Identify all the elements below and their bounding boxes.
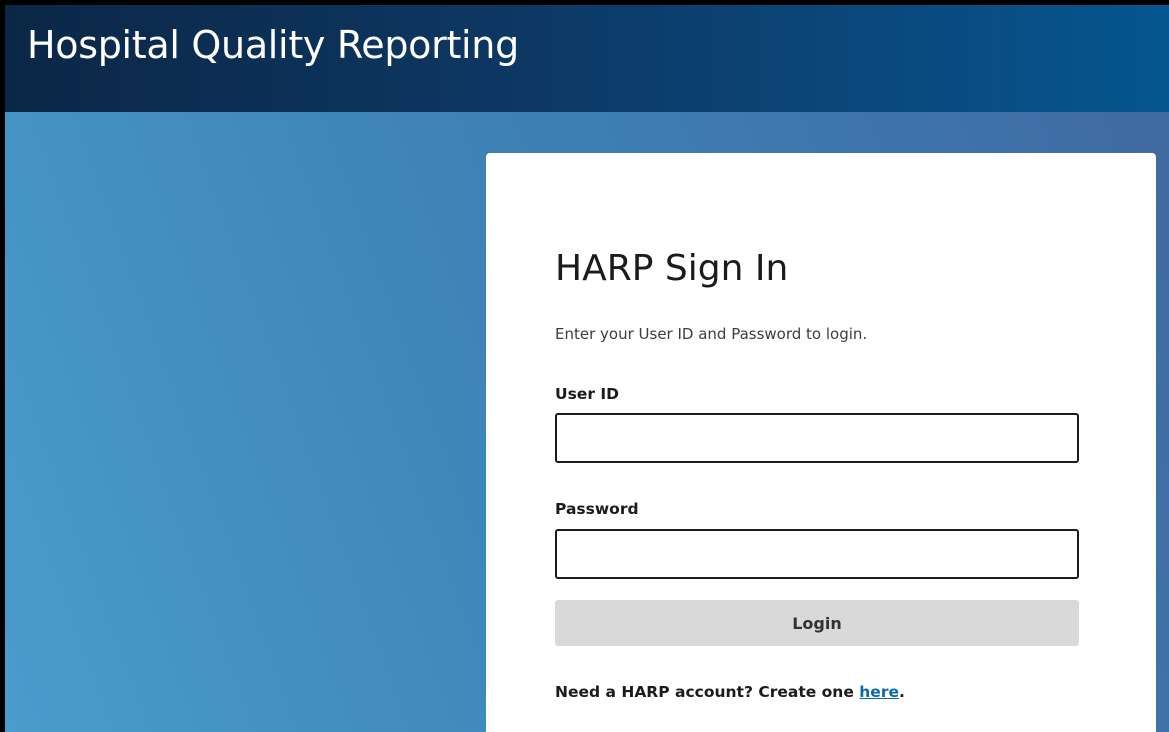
signin-title: HARP Sign In: [555, 248, 789, 289]
create-account-text: Need a HARP account? Create one: [555, 683, 860, 701]
create-account-link[interactable]: here: [859, 683, 899, 701]
password-input[interactable]: [555, 529, 1079, 579]
site-title: Hospital Quality Reporting: [27, 23, 519, 67]
signin-subtitle: Enter your User ID and Password to login…: [555, 325, 868, 343]
login-button[interactable]: Login: [555, 600, 1079, 646]
user-id-label: User ID: [555, 385, 619, 403]
site-header: Hospital Quality Reporting: [5, 5, 1169, 112]
create-account-suffix: .: [898, 683, 905, 701]
create-account-prompt: Need a HARP account? Create one here.: [555, 683, 905, 701]
signin-card: HARP Sign In Enter your User ID and Pass…: [486, 153, 1156, 732]
app-window: Hospital Quality Reporting HARP Sign In …: [0, 0, 1169, 732]
user-id-input[interactable]: [555, 413, 1079, 463]
password-label: Password: [555, 500, 639, 518]
